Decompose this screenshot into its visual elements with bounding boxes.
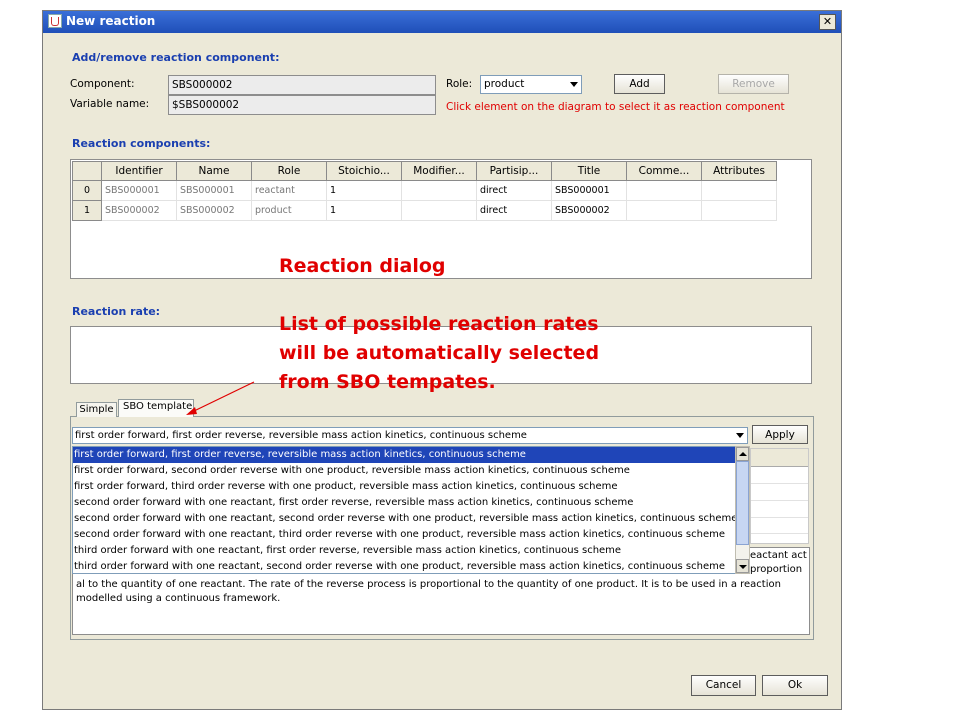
annotation-arrow bbox=[186, 381, 255, 415]
